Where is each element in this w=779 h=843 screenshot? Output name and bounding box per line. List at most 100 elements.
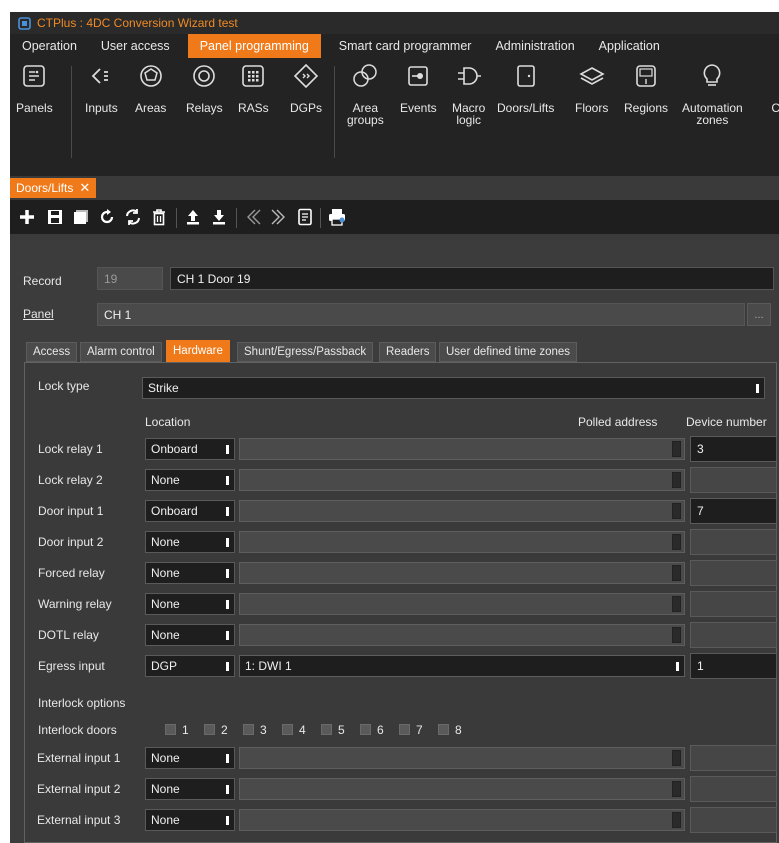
- location-select[interactable]: None: [145, 809, 235, 831]
- polled-address-field[interactable]: [239, 593, 685, 615]
- save-all-icon[interactable]: [70, 206, 92, 228]
- tab-readers[interactable]: Readers: [379, 342, 437, 362]
- ribbon-regions[interactable]: Regions: [624, 62, 668, 114]
- next-icon[interactable]: [268, 206, 290, 228]
- ribbon-panels[interactable]: Panels: [16, 62, 53, 114]
- menu-panel-programming[interactable]: Panel programming: [187, 34, 321, 58]
- ribbon-label: Automation zones: [682, 101, 743, 127]
- polled-address-field[interactable]: [239, 778, 685, 800]
- ribbon-events[interactable]: Events: [400, 62, 437, 114]
- device-number-field[interactable]: [690, 591, 777, 617]
- location-select[interactable]: None: [145, 469, 235, 491]
- location-select[interactable]: None: [145, 778, 235, 800]
- location-select[interactable]: None: [145, 624, 235, 646]
- refresh-icon[interactable]: [122, 206, 144, 228]
- ribbon-automation-zones[interactable]: Automation zones: [682, 62, 743, 126]
- polled-address-field[interactable]: [239, 500, 685, 522]
- undo-icon[interactable]: [96, 206, 118, 228]
- delete-icon[interactable]: [148, 206, 170, 228]
- upload-icon[interactable]: [182, 206, 204, 228]
- device-number-field[interactable]: [690, 776, 777, 802]
- ribbon-rass[interactable]: RASs: [238, 62, 269, 114]
- ribbon-dgps[interactable]: DGPs: [290, 62, 322, 114]
- tab-hardware[interactable]: Hardware: [166, 340, 230, 362]
- download-icon[interactable]: [208, 206, 230, 228]
- polled-address-field[interactable]: [239, 624, 685, 646]
- location-value: None: [151, 813, 180, 827]
- lock-type-value: Strike: [148, 381, 179, 395]
- ribbon-areas[interactable]: Areas: [135, 62, 166, 114]
- interlock-door-checkbox[interactable]: [399, 724, 410, 735]
- device-number-field[interactable]: [690, 745, 777, 771]
- device-number-field[interactable]: 3: [690, 436, 777, 462]
- polled-address-field[interactable]: [239, 562, 685, 584]
- address-scroll-handle: [672, 627, 681, 643]
- location-select[interactable]: None: [145, 562, 235, 584]
- location-select[interactable]: Onboard: [145, 438, 235, 460]
- close-icon[interactable]: ✕: [79, 180, 90, 196]
- interlock-door-checkbox[interactable]: [321, 724, 332, 735]
- polled-address-field[interactable]: [239, 469, 685, 491]
- tab-alarm-control[interactable]: Alarm control: [80, 342, 162, 362]
- menu-administration[interactable]: Administration: [483, 34, 586, 58]
- tab-access[interactable]: Access: [26, 342, 78, 362]
- interlock-door-checkbox[interactable]: [438, 724, 449, 735]
- device-number-field[interactable]: 1: [690, 653, 777, 679]
- save-icon[interactable]: [44, 206, 66, 228]
- ribbon-area-groups[interactable]: Area groups: [347, 62, 384, 126]
- add-icon[interactable]: [16, 206, 38, 228]
- menu-application[interactable]: Application: [587, 34, 672, 58]
- location-value: None: [151, 782, 180, 796]
- chevron-down-icon: [220, 563, 234, 583]
- ribbon-more[interactable]: Co: [765, 62, 779, 114]
- ribbon-inputs[interactable]: Inputs: [85, 62, 118, 114]
- toolbar-separator: [320, 208, 321, 228]
- chevron-down-icon: [220, 748, 234, 768]
- device-number-field[interactable]: [690, 467, 777, 493]
- device-number-field[interactable]: [690, 807, 777, 833]
- device-number-field[interactable]: [690, 560, 777, 586]
- interlock-door-checkbox[interactable]: [243, 724, 254, 735]
- panel-link[interactable]: Panel: [23, 307, 54, 321]
- ribbon: Panels Inputs Areas Relays RASs DGPs Are…: [10, 58, 779, 176]
- ribbon-separator: [334, 66, 335, 158]
- previous-icon[interactable]: [242, 206, 264, 228]
- report-icon[interactable]: [294, 206, 316, 228]
- device-number-field[interactable]: 7: [690, 498, 777, 524]
- tab-user-defined-time-zones[interactable]: User defined time zones: [439, 342, 578, 362]
- menu-smart-card-programmer[interactable]: Smart card programmer: [327, 34, 484, 58]
- doc-tab-doors-lifts[interactable]: Doors/Lifts ✕: [10, 178, 97, 198]
- lock-type-select[interactable]: Strike: [142, 377, 765, 399]
- menu-user-access[interactable]: User access: [89, 34, 182, 58]
- address-scroll-handle: [672, 503, 681, 519]
- interlock-door-checkbox[interactable]: [204, 724, 215, 735]
- polled-address-field[interactable]: [239, 438, 685, 460]
- row-label: External input 2: [37, 782, 121, 796]
- location-select[interactable]: Onboard: [145, 500, 235, 522]
- ribbon-relays[interactable]: Relays: [186, 62, 223, 114]
- interlock-door-checkbox[interactable]: [165, 724, 176, 735]
- ribbon-doors-lifts[interactable]: Doors/Lifts: [497, 62, 554, 114]
- device-number-field[interactable]: [690, 622, 777, 648]
- interlock-door-checkbox[interactable]: [360, 724, 371, 735]
- print-icon[interactable]: [326, 206, 348, 228]
- tab-shunt-egress-passback[interactable]: Shunt/Egress/Passback: [237, 342, 374, 362]
- ribbon-floors[interactable]: Floors: [575, 62, 608, 114]
- location-select[interactable]: None: [145, 531, 235, 553]
- row-label: Door input 2: [38, 535, 104, 549]
- location-select[interactable]: None: [145, 747, 235, 769]
- interlock-door-checkbox[interactable]: [282, 724, 293, 735]
- device-number-field[interactable]: [690, 529, 777, 555]
- polled-address-field[interactable]: [239, 531, 685, 553]
- record-name-field[interactable]: CH 1 Door 19: [170, 267, 774, 290]
- menu-operation[interactable]: Operation: [10, 34, 89, 58]
- location-select[interactable]: None: [145, 593, 235, 615]
- polled-address-field[interactable]: [239, 747, 685, 769]
- panel-browse-button[interactable]: ...: [747, 303, 771, 326]
- polled-address-field[interactable]: [239, 809, 685, 831]
- ribbon-macro-logic[interactable]: Macro logic: [452, 62, 485, 126]
- polled-address-select[interactable]: 1: DWI 1: [239, 655, 685, 677]
- polled-address-header: Polled address: [578, 415, 658, 429]
- ribbon-separator: [71, 66, 72, 158]
- location-select[interactable]: DGP: [145, 655, 235, 677]
